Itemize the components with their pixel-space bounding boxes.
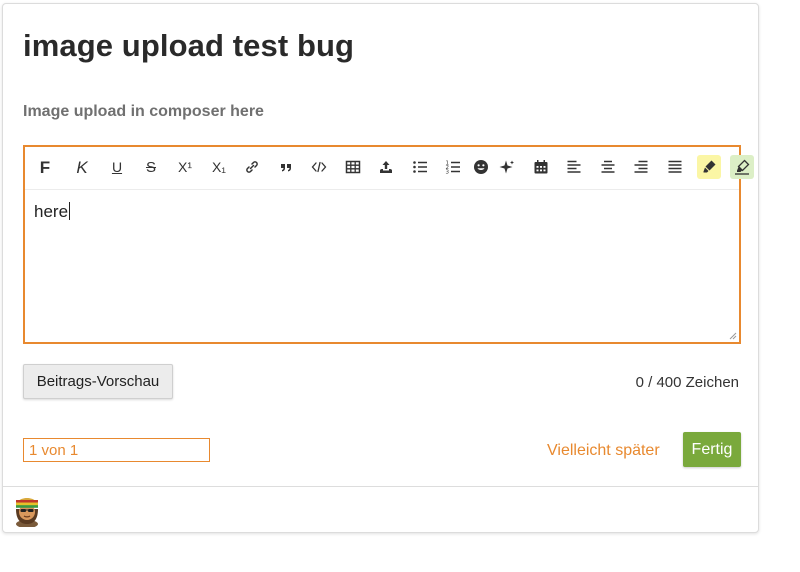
code-button[interactable] bbox=[307, 155, 331, 179]
superscript-icon: X¹ bbox=[178, 159, 192, 175]
link-icon bbox=[246, 161, 258, 173]
code-icon bbox=[311, 161, 327, 173]
bold-icon: F bbox=[39, 157, 51, 177]
calendar-icon bbox=[534, 160, 548, 174]
align-center-button[interactable] bbox=[596, 155, 620, 179]
sparkle-button[interactable] bbox=[495, 155, 519, 179]
highlight-green-button[interactable] bbox=[730, 155, 754, 179]
highlighter-icon bbox=[703, 160, 716, 173]
italic-button[interactable]: K bbox=[70, 155, 94, 179]
text-caret bbox=[69, 202, 71, 220]
link-button[interactable] bbox=[240, 155, 264, 179]
sparkle-icon bbox=[499, 160, 514, 174]
highlighter-icon bbox=[735, 159, 750, 175]
done-button[interactable]: Fertig bbox=[683, 432, 741, 467]
subscript-button[interactable]: X₁ bbox=[207, 155, 231, 179]
post-subtitle: Image upload in composer here bbox=[23, 103, 264, 120]
emoji-button[interactable] bbox=[469, 155, 493, 179]
align-right-button[interactable] bbox=[629, 155, 653, 179]
svg-text:3: 3 bbox=[446, 170, 450, 176]
bullet-list-button[interactable] bbox=[408, 155, 432, 179]
post-preview-button[interactable]: Beitrags-Vorschau bbox=[23, 364, 173, 399]
align-justify-button[interactable] bbox=[663, 155, 687, 179]
quote-button[interactable] bbox=[274, 155, 298, 179]
numbered-list-button[interactable]: 123 bbox=[441, 155, 465, 179]
superscript-button[interactable]: X¹ bbox=[173, 155, 197, 179]
editor-content[interactable]: here bbox=[34, 202, 71, 222]
avatar-emoji-icon[interactable] bbox=[11, 495, 43, 527]
highlight-yellow-button[interactable] bbox=[697, 155, 721, 179]
align-justify-icon bbox=[668, 160, 682, 173]
underline-button[interactable]: U bbox=[105, 155, 129, 179]
strikethrough-button[interactable]: S bbox=[139, 155, 163, 179]
footer-divider bbox=[3, 486, 758, 487]
upload-icon bbox=[380, 161, 392, 173]
maybe-later-link[interactable]: Vielleicht später bbox=[547, 442, 660, 460]
bullet-list-icon bbox=[413, 161, 427, 173]
numbered-list-icon: 123 bbox=[446, 161, 460, 176]
quote-icon bbox=[281, 164, 291, 172]
align-left-icon bbox=[567, 160, 581, 173]
bold-button[interactable]: F bbox=[33, 155, 57, 179]
underline-icon: U bbox=[111, 159, 123, 175]
align-right-icon bbox=[634, 160, 648, 173]
character-counter: 0 / 400 Zeichen bbox=[635, 374, 739, 391]
strikethrough-icon: S bbox=[145, 158, 156, 176]
align-center-icon bbox=[601, 160, 615, 173]
subscript-icon: X₁ bbox=[211, 159, 227, 175]
editor-text: here bbox=[34, 202, 69, 221]
align-left-button[interactable] bbox=[562, 155, 586, 179]
page-title: image upload test bug bbox=[23, 28, 355, 63]
calendar-button[interactable] bbox=[529, 155, 553, 179]
editor-toolbar: F K U S X¹ X₁ 1 2 3 bbox=[25, 147, 754, 190]
upload-button[interactable] bbox=[374, 155, 398, 179]
italic-icon: K bbox=[76, 157, 88, 177]
pager-field[interactable]: 1 von 1 bbox=[23, 438, 210, 462]
composer-card: image upload test bug Image upload in co… bbox=[2, 3, 759, 533]
emoji-icon bbox=[474, 160, 488, 174]
table-button[interactable] bbox=[341, 155, 365, 179]
resize-handle-icon[interactable] bbox=[729, 332, 737, 340]
rich-text-editor[interactable]: F K U S X¹ X₁ 1 2 3 here bbox=[23, 145, 754, 344]
table-icon bbox=[345, 160, 361, 174]
